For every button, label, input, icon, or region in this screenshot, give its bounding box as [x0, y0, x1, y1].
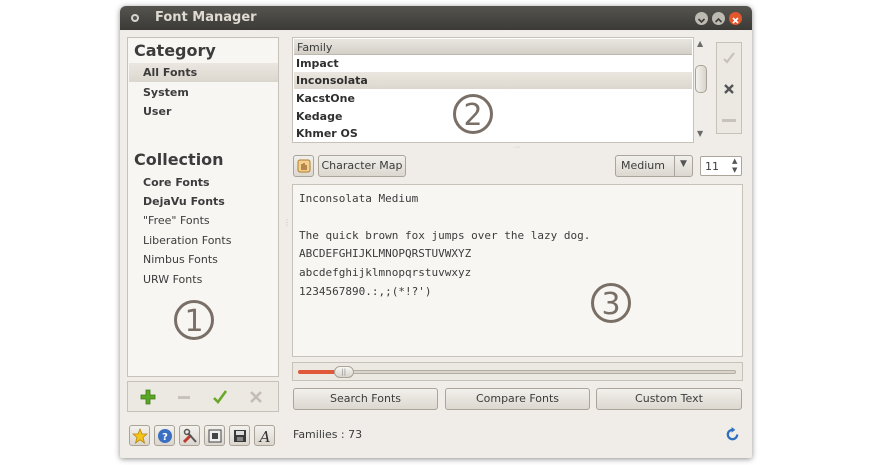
size-slider[interactable]: ||	[292, 362, 743, 381]
category-heading: Category	[134, 41, 216, 60]
category-panel: Category All Fonts System User Collectio…	[127, 37, 279, 377]
family-list: Family Impact Inconsolata KacstOne Kedag…	[292, 37, 694, 143]
family-actions	[716, 42, 742, 134]
check-icon[interactable]	[212, 389, 228, 405]
preview-lowercase: abcdefghijklmnopqrstuvwxyz	[299, 266, 472, 279]
search-fonts-button[interactable]: Search Fonts	[293, 388, 438, 410]
remove-dash-icon[interactable]	[722, 117, 736, 123]
window-menu-icon[interactable]	[130, 13, 140, 23]
annotation-marker-3: 3	[591, 283, 631, 323]
preview-title-line: Inconsolata Medium	[299, 192, 419, 205]
slider-thumb[interactable]: ||	[333, 366, 354, 378]
star-icon	[132, 428, 148, 444]
font-settings-button[interactable]: A	[254, 425, 275, 446]
side-splitter-grip[interactable]: ⋮	[283, 218, 291, 227]
preview-digits: 1234567890.:,;(*!?')	[299, 285, 432, 298]
category-item-system[interactable]: System	[143, 86, 189, 99]
window-title: Font Manager	[155, 10, 257, 25]
favorites-button[interactable]	[129, 425, 150, 446]
category-item-user[interactable]: User	[143, 105, 171, 118]
chevron-down-icon: ▼	[680, 159, 687, 169]
custom-text-button[interactable]: Custom Text	[596, 388, 742, 410]
annotation-marker-2: 2	[453, 94, 493, 134]
collection-item-core[interactable]: Core Fonts	[143, 176, 210, 189]
collection-item-urw[interactable]: URW Fonts	[143, 273, 202, 286]
scroll-thumb[interactable]	[695, 65, 707, 93]
splitter-grip[interactable]: ⋯	[514, 145, 524, 151]
size-value: 11	[705, 160, 719, 173]
help-icon: ?	[158, 429, 172, 443]
collection-heading: Collection	[134, 150, 224, 169]
family-row[interactable]: Khmer OS	[296, 127, 358, 140]
spin-arrows-icon[interactable]: ▲ ▼	[732, 157, 737, 175]
disable-x-icon[interactable]	[723, 83, 735, 95]
collection-toolbar	[127, 381, 279, 412]
hand-pointer-icon	[297, 159, 311, 173]
export-icon	[208, 429, 222, 443]
maximize-icon[interactable]	[712, 12, 725, 25]
font-preview[interactable]: Inconsolata Medium The quick brown fox j…	[292, 184, 743, 357]
compare-fonts-button[interactable]: Compare Fonts	[445, 388, 590, 410]
slider-track	[298, 370, 736, 374]
floppy-icon	[234, 430, 246, 442]
collection-item-nimbus[interactable]: Nimbus Fonts	[143, 253, 218, 266]
family-column-header[interactable]: Family	[294, 39, 692, 55]
x-icon[interactable]	[248, 389, 264, 405]
help-button[interactable]: ?	[154, 425, 175, 446]
style-select[interactable]: Medium ▼	[615, 155, 693, 177]
preview-sentence: The quick brown fox jumps over the lazy …	[299, 229, 591, 242]
character-map-button[interactable]: Character Map	[318, 155, 406, 177]
tools-icon	[182, 428, 197, 444]
family-row-selected[interactable]: Inconsolata	[296, 74, 368, 87]
svg-text:?: ?	[162, 432, 168, 443]
enable-check-icon[interactable]	[722, 51, 736, 65]
select-divider	[674, 156, 675, 176]
family-row[interactable]: KacstOne	[296, 92, 355, 105]
style-select-value: Medium	[621, 159, 665, 172]
collection-item-free[interactable]: "Free" Fonts	[143, 214, 210, 227]
title-bar[interactable]: Font Manager	[120, 6, 752, 30]
collection-item-liberation[interactable]: Liberation Fonts	[143, 234, 231, 247]
family-row[interactable]: Impact	[296, 57, 339, 70]
font-info-button[interactable]	[293, 155, 314, 177]
minimize-icon[interactable]	[695, 12, 708, 25]
annotation-marker-1: 1	[174, 300, 214, 340]
scroll-up-icon[interactable]: ▲	[697, 39, 703, 48]
font-icon: A	[258, 428, 271, 444]
preview-uppercase: ABCDEFGHIJKLMNOPQRSTUVWXYZ	[299, 247, 472, 260]
close-icon[interactable]	[729, 12, 742, 25]
preferences-button[interactable]	[179, 425, 200, 446]
export-button[interactable]	[204, 425, 225, 446]
scroll-down-icon[interactable]: ▼	[697, 129, 703, 138]
size-spinbox[interactable]: 11 ▲ ▼	[700, 156, 742, 176]
families-count-status: Families : 73	[293, 428, 363, 441]
category-item-all-fonts[interactable]: All Fonts	[143, 66, 197, 79]
plus-icon[interactable]	[140, 389, 156, 405]
svg-text:A: A	[258, 428, 271, 444]
family-scrollbar[interactable]: ▲ ▼	[694, 37, 708, 143]
refresh-icon[interactable]	[725, 427, 740, 442]
font-manager-window: Font Manager Category All Fonts System U…	[120, 6, 752, 458]
collection-item-dejavu[interactable]: DejaVu Fonts	[143, 195, 225, 208]
minus-icon[interactable]	[176, 389, 192, 405]
save-button[interactable]	[229, 425, 250, 446]
family-row[interactable]: Kedage	[296, 110, 342, 123]
